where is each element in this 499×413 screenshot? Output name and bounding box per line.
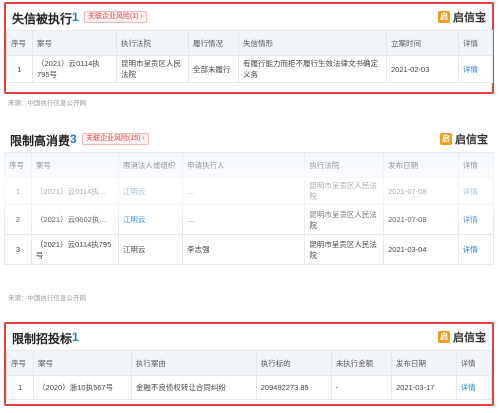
row-index: 1 xyxy=(6,55,33,83)
column-header: 申请执行人 xyxy=(182,152,306,178)
column-header: 案号 xyxy=(30,152,119,178)
court: 昆明市呈贡区人民法院 xyxy=(304,177,385,205)
publish-date: 2021-03-17 xyxy=(391,375,457,400)
restricted-party[interactable]: 江明云 xyxy=(117,204,184,235)
performance-status: 全部未履行 xyxy=(188,55,239,83)
applicant: … xyxy=(182,177,306,205)
dishonest-table: 序号 案号 执行法院 履行情况 失信情形 立案时间 详情 1 （2021）云01… xyxy=(6,30,493,83)
table-header-row: 序号 案号 限消法人或组织 申请执行人 执行法院 发布日期 详情 xyxy=(4,152,495,178)
high-consumption-restriction-section: 限制高消费 3 关联企业风险(15) › 启 启信宝 序号 案号 限消法人或组织… xyxy=(4,126,495,296)
case-number: （2021）云0602执… xyxy=(30,204,119,235)
section-header: 限制招投标 1 启 启信宝 xyxy=(6,324,492,350)
qixinbao-logo-icon: 启 xyxy=(438,331,450,343)
column-header: 序号 xyxy=(4,152,32,178)
details-link[interactable]: 详情 xyxy=(457,177,495,205)
dishonest-circumstance: 有履行能力而拒不履行生效法律文书确定义务 xyxy=(238,55,387,83)
table-header-row: 序号 案号 执行案由 执行标的 未执行金额 发布日期 详情 xyxy=(5,350,493,376)
dishonest-executee-section: 失信被执行 1 关联企业风险(1) › 启 启信宝 序号 案号 执行法院 履行情… xyxy=(4,2,494,94)
restricted-party: 江明云 xyxy=(117,234,184,265)
court: 昆明市呈贡区人民法院 xyxy=(304,204,385,235)
column-header: 发布日期 xyxy=(391,350,457,376)
bid-restriction-section: 限制招投标 1 启 启信宝 序号 案号 执行案由 执行标的 未执行金额 发布日期… xyxy=(4,322,494,406)
court: 昆明市呈贡区人民法院 xyxy=(116,55,189,83)
column-header: 立案时间 xyxy=(386,30,459,56)
details-link[interactable]: 详情 xyxy=(457,234,495,265)
section-count: 3 xyxy=(70,132,77,146)
related-risk-tag[interactable]: 关联企业风险(15) › xyxy=(82,133,149,145)
qixinbao-logo-icon: 启 xyxy=(438,11,450,23)
applicant: … xyxy=(182,204,306,235)
row-index: 1 xyxy=(5,375,35,400)
column-header: 序号 xyxy=(6,30,33,56)
column-header: 发布日期 xyxy=(383,152,459,178)
qixinbao-logo-icon: 启 xyxy=(440,133,452,145)
source-note: 来源：中国执行信息公开网 xyxy=(8,100,86,107)
column-header: 履行情况 xyxy=(188,30,239,56)
column-header: 失信情形 xyxy=(238,30,387,56)
section-header: 失信被执行 1 关联企业风险(1) › 启 启信宝 xyxy=(6,4,492,30)
column-header: 执行标的 xyxy=(255,350,332,376)
section-header: 限制高消费 3 关联企业风险(15) › 启 启信宝 xyxy=(4,126,494,152)
details-link[interactable]: 详情 xyxy=(457,204,495,235)
row-index: 1 xyxy=(4,177,32,205)
case-number: （2020）浙10执567号 xyxy=(33,375,132,400)
details-link[interactable]: 详情 xyxy=(455,375,493,400)
table-row: 3 （2021）云0114执795号 江明云 李志强 昆明市呈贡区人民法院 20… xyxy=(4,234,495,265)
table-row: 1 （2020）浙10执567号 金融不良债权转让合同纠纷 209492273.… xyxy=(5,375,493,400)
row-index: 3 xyxy=(4,234,32,265)
column-header: 详情 xyxy=(458,30,493,56)
restricted-party[interactable]: 江明云 xyxy=(117,177,184,205)
column-header: 序号 xyxy=(5,350,35,376)
brand-label: 启信宝 xyxy=(453,332,486,344)
brand-logo: 启 启信宝 xyxy=(438,329,486,345)
section-title: 失信被执行 xyxy=(12,12,73,26)
court: 昆明市呈贡区人民法院 xyxy=(304,234,385,265)
execution-cause: 金融不良债权转让合同纠纷 xyxy=(130,375,257,400)
section-count: 1 xyxy=(72,10,79,24)
column-header: 执行案由 xyxy=(130,350,257,376)
table-row: 1 （2021）云0114执795号 昆明市呈贡区人民法院 全部未履行 有履行能… xyxy=(6,55,493,83)
execution-amount: 209492273.85 xyxy=(255,375,332,400)
brand-logo: 启 启信宝 xyxy=(440,131,488,147)
column-header: 案号 xyxy=(32,30,117,56)
table-row: 1 （2021）云0114执… 江明云 … 昆明市呈贡区人民法院 2021-07… xyxy=(4,177,495,205)
applicant: 李志强 xyxy=(182,234,306,265)
brand-label: 启信宝 xyxy=(455,134,488,146)
related-risk-tag[interactable]: 关联企业风险(1) › xyxy=(84,11,147,23)
source-note: 来源：中国执行信息公开网 xyxy=(8,295,86,302)
high-consumption-table: 序号 案号 限消法人或组织 申请执行人 执行法院 发布日期 详情 1 （2021… xyxy=(4,152,495,265)
section-count: 1 xyxy=(72,330,79,344)
column-header: 详情 xyxy=(457,152,495,178)
column-header: 限消法人或组织 xyxy=(117,152,184,178)
column-header: 未执行金额 xyxy=(330,350,393,376)
brand-label: 启信宝 xyxy=(453,12,486,24)
column-header: 案号 xyxy=(33,350,132,376)
filing-date: 2021-02-03 xyxy=(386,55,459,83)
publish-date: 2021-07-08 xyxy=(383,177,459,205)
column-header: 执行法院 xyxy=(304,152,385,178)
column-header: 详情 xyxy=(455,350,493,376)
table-header-row: 序号 案号 执行法院 履行情况 失信情形 立案时间 详情 xyxy=(6,30,493,56)
row-index: 2 xyxy=(4,204,32,235)
brand-logo: 启 启信宝 xyxy=(438,9,486,25)
section-title: 限制招投标 xyxy=(12,332,73,346)
section-title: 限制高消费 xyxy=(10,134,71,148)
publish-date: 2021-03-04 xyxy=(383,234,459,265)
table-row: 2 （2021）云0602执… 江明云 … 昆明市呈贡区人民法院 2021-07… xyxy=(4,204,495,235)
case-number: （2021）云0114执… xyxy=(30,177,119,205)
bid-restriction-table: 序号 案号 执行案由 执行标的 未执行金额 发布日期 详情 1 （2020）浙1… xyxy=(5,350,493,400)
publish-date: 2021-07-08 xyxy=(383,204,459,235)
details-link[interactable]: 详情 xyxy=(458,55,493,83)
column-header: 执行法院 xyxy=(116,30,189,56)
case-number: （2021）云0114执795号 xyxy=(30,234,119,265)
unexecuted-amount: - xyxy=(330,375,393,400)
case-number: （2021）云0114执795号 xyxy=(32,55,117,83)
